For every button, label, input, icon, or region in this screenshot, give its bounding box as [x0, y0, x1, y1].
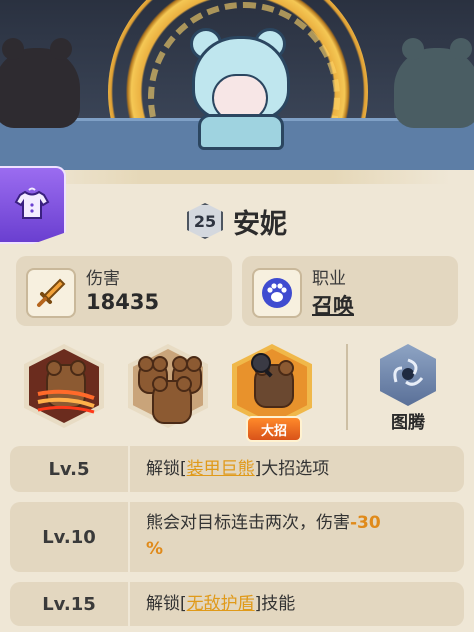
frying-pan-icon	[251, 353, 273, 378]
damage-modifier: -30	[350, 513, 381, 533]
paw-icon	[252, 268, 302, 318]
swirl-icon	[393, 358, 424, 386]
ornament-divider	[0, 170, 474, 184]
skills-row: 大招 图腾	[0, 336, 474, 442]
unlock-suffix: 技能	[261, 594, 296, 614]
level-value: 25	[193, 211, 217, 231]
character-name: 安妮	[233, 208, 287, 240]
damage-modifier-unit: %	[146, 539, 164, 559]
character-showcase	[0, 0, 474, 170]
class-stat-card: 职业 召唤	[242, 256, 458, 326]
unlock-level: Lv.5	[10, 446, 130, 492]
unlock-description: 熊会对目标连击两次，伤害-30%	[146, 510, 452, 562]
unlock-level: Lv.10	[10, 502, 130, 572]
unlock-description: 解锁[装甲巨熊]大招选项	[146, 456, 452, 482]
skill-bear-pack[interactable]	[128, 344, 208, 428]
ultimate-tag: 大招	[246, 416, 302, 442]
character-header: 25 安妮	[0, 200, 474, 242]
unlock-text: 熊会对目标连击两次，伤害	[146, 513, 350, 533]
unlock-skill-link[interactable]: 装甲巨熊	[187, 459, 255, 479]
claw-slash-icon	[37, 389, 95, 414]
damage-value: 18435	[86, 290, 160, 314]
bear-icon	[152, 376, 192, 424]
damage-stat-card: 伤害 18435	[16, 256, 232, 326]
skill-bear-slash[interactable]	[24, 344, 104, 428]
level-badge: 25	[187, 203, 223, 239]
class-label: 职业	[312, 269, 346, 289]
unlock-row-lv10: Lv.10 熊会对目标连击两次，伤害-30%	[10, 502, 464, 572]
unlock-prefix: 解锁	[146, 459, 180, 479]
totem-button[interactable]: 图腾	[372, 344, 444, 434]
skills-divider	[346, 344, 348, 430]
unlock-suffix: 大招选项	[261, 459, 330, 479]
character-body	[198, 114, 284, 150]
skill-ultimate[interactable]: 大招	[232, 344, 312, 442]
unlock-row-lv5: Lv.5 解锁[装甲巨熊]大招选项	[10, 446, 464, 492]
bracket-open: [	[180, 594, 187, 614]
unlock-row-lv15: Lv.15 解锁[无敌护盾]技能	[10, 582, 464, 626]
damage-label: 伤害	[86, 269, 120, 289]
unlock-description: 解锁[无敌护盾]技能	[146, 591, 452, 617]
unlock-prefix: 解锁	[146, 594, 180, 614]
character-portrait-annie[interactable]	[186, 28, 290, 150]
class-value-link[interactable]: 召唤	[312, 290, 354, 320]
totem-label: 图腾	[391, 413, 425, 433]
black-cat-silhouette	[0, 38, 80, 128]
bear-silhouette	[394, 38, 474, 128]
bracket-open: [	[180, 459, 187, 479]
unlock-level: Lv.15	[10, 582, 130, 626]
unlock-skill-link[interactable]: 无敌护盾	[187, 594, 255, 614]
sword-icon	[26, 268, 76, 318]
